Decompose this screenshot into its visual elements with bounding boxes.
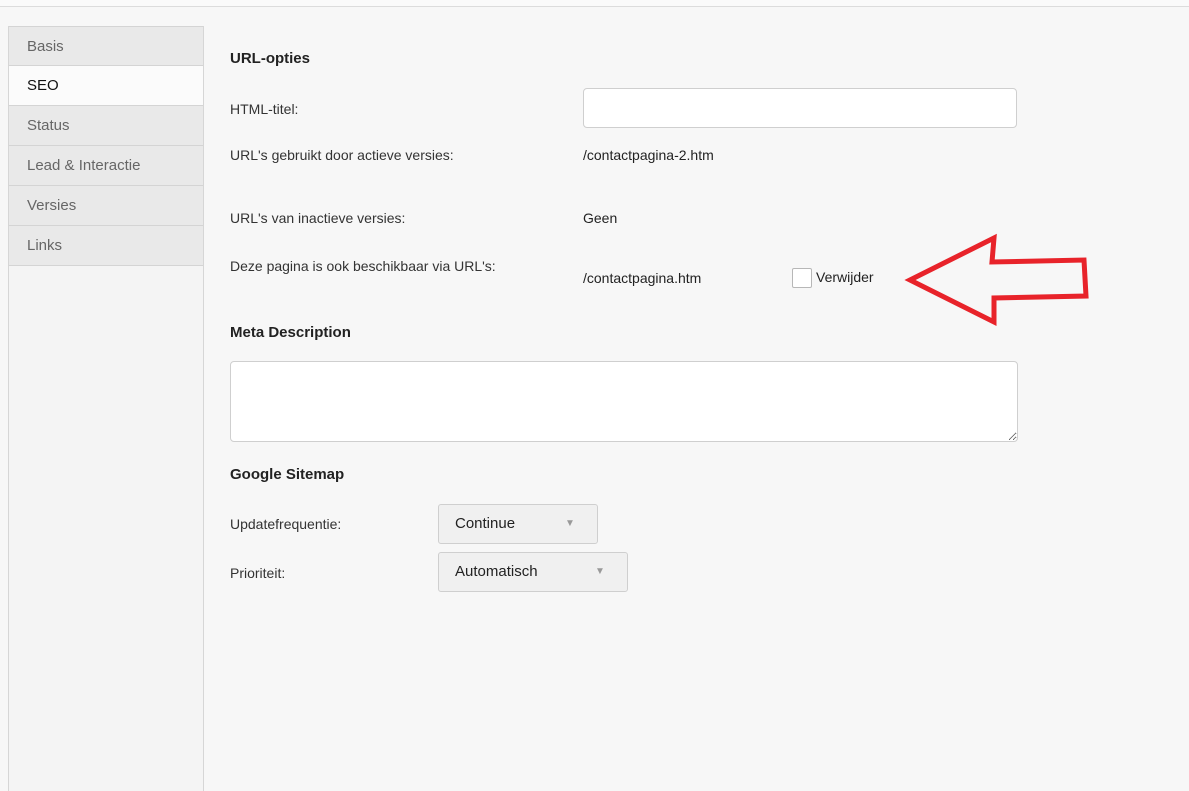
chevron-down-icon: ▼	[595, 566, 605, 577]
sidebar-item-links[interactable]: Links	[9, 226, 203, 266]
html-title-label: HTML-titel:	[230, 101, 299, 117]
meta-description-heading: Meta Description	[230, 324, 351, 341]
priority-label: Prioriteit:	[230, 565, 286, 581]
inactive-urls-value: Geen	[583, 210, 618, 226]
sidebar-item-versies[interactable]: Versies	[9, 186, 203, 226]
also-available-label: Deze pagina is ook beschikbaar via URL's…	[230, 258, 496, 274]
sidebar-item-lead-interactie[interactable]: Lead & Interactie	[9, 146, 203, 186]
main-content: URL-opties HTML-titel: URL's gebruikt do…	[202, 0, 1189, 791]
active-urls-value: /contactpagina-2.htm	[583, 147, 714, 163]
chevron-down-icon: ▼	[565, 518, 575, 529]
remove-url-label[interactable]: Verwijder	[816, 269, 874, 285]
priority-select[interactable]: Automatisch ▼	[438, 552, 628, 592]
annotation-arrow-icon	[904, 233, 1089, 327]
inactive-urls-label: URL's van inactieve versies:	[230, 210, 406, 226]
update-frequency-label: Updatefrequentie:	[230, 516, 342, 532]
html-title-input[interactable]	[583, 88, 1017, 128]
sidebar-item-status[interactable]: Status	[9, 106, 203, 146]
active-urls-label: URL's gebruikt door actieve versies:	[230, 147, 454, 163]
update-frequency-value: Continue	[455, 515, 516, 532]
sidebar-item-basis[interactable]: Basis	[9, 26, 203, 66]
sidebar: Basis SEO Status Lead & Interactie Versi…	[8, 26, 204, 791]
remove-url-checkbox[interactable]	[792, 268, 812, 288]
meta-description-textarea[interactable]	[230, 361, 1018, 442]
google-sitemap-heading: Google Sitemap	[230, 466, 345, 483]
url-options-heading: URL-opties	[230, 50, 310, 67]
sidebar-item-seo[interactable]: SEO	[9, 66, 203, 106]
update-frequency-select[interactable]: Continue ▼	[438, 504, 598, 544]
priority-value: Automatisch	[455, 563, 538, 580]
also-available-url: /contactpagina.htm	[583, 270, 702, 286]
